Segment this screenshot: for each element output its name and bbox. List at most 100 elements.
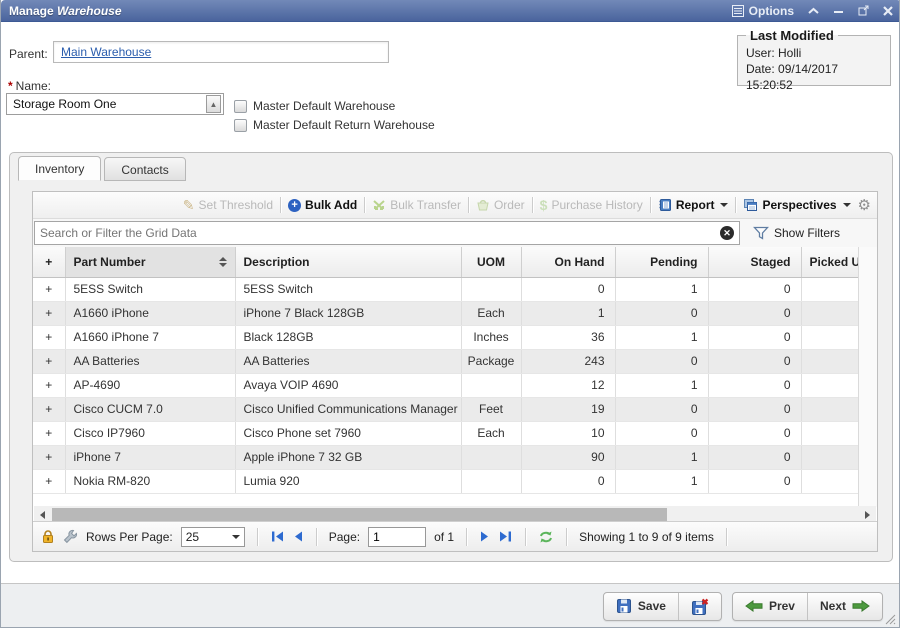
column-header-pending[interactable]: Pending — [615, 247, 708, 277]
grid-search-row: ✕ Show Filters — [33, 219, 877, 247]
table-row[interactable]: +AA BatteriesAA BatteriesPackage24300 — [33, 349, 858, 373]
row-expand-button[interactable]: + — [33, 469, 65, 493]
parent-field[interactable]: Main Warehouse — [53, 41, 389, 63]
column-header-part-number[interactable]: Part Number — [65, 247, 235, 277]
name-field[interactable]: Storage Room One ▲ — [6, 93, 224, 115]
tab-inventory[interactable]: Inventory — [18, 156, 101, 181]
column-header-description[interactable]: Description — [235, 247, 461, 277]
toolbar-separator — [280, 197, 281, 213]
toolbar-separator — [364, 197, 365, 213]
dollar-icon: $ — [540, 197, 548, 213]
cell-uom: Each — [461, 301, 521, 325]
table-row[interactable]: +A1660 iPhoneiPhone 7 Black 128GBEach100 — [33, 301, 858, 325]
cell-uom — [461, 469, 521, 493]
rows-per-page-select[interactable]: 25 — [181, 527, 245, 547]
table-row[interactable]: +AP-4690Avaya VOIP 46901210 — [33, 373, 858, 397]
filter-funnel-icon — [753, 226, 769, 240]
cell-on-hand: 19 — [521, 397, 615, 421]
master-default-warehouse-checkbox[interactable] — [234, 100, 247, 113]
order-button[interactable]: Order — [476, 198, 525, 212]
cell-staged: 0 — [708, 301, 801, 325]
prev-next-button-group: Prev Next — [732, 592, 883, 621]
tab-contacts[interactable]: Contacts — [104, 157, 185, 181]
row-expand-button[interactable]: + — [33, 445, 65, 469]
purchase-history-button[interactable]: $ Purchase History — [540, 197, 643, 213]
table-row[interactable]: +5ESS Switch5ESS Switch010 — [33, 277, 858, 301]
table-row[interactable]: +iPhone 7Apple iPhone 7 32 GB9010 — [33, 445, 858, 469]
column-header-on-hand[interactable]: On Hand — [521, 247, 615, 277]
vertical-scrollbar-track[interactable] — [858, 247, 877, 507]
scrollbar-thumb[interactable] — [52, 508, 667, 521]
save-and-close-button[interactable] — [679, 593, 721, 620]
search-input[interactable] — [35, 226, 720, 240]
lock-icon[interactable] — [41, 529, 55, 544]
page-number-input[interactable] — [368, 527, 426, 547]
row-expand-button[interactable]: + — [33, 397, 65, 421]
table-row[interactable]: +Cisco CUCM 7.0Cisco Unified Communicati… — [33, 397, 858, 421]
clear-search-icon[interactable]: ✕ — [720, 226, 734, 240]
column-header-uom[interactable]: UOM — [461, 247, 521, 277]
row-expand-button[interactable]: + — [33, 349, 65, 373]
next-page-button[interactable] — [479, 530, 490, 543]
row-expand-button[interactable]: + — [33, 277, 65, 301]
cell-part-number: A1660 iPhone 7 — [65, 325, 235, 349]
cell-staged: 0 — [708, 349, 801, 373]
row-expand-button[interactable]: + — [33, 301, 65, 325]
bulk-transfer-button[interactable]: Bulk Transfer — [372, 198, 461, 212]
last-page-button[interactable] — [498, 530, 513, 543]
prev-page-button[interactable] — [293, 530, 304, 543]
next-button[interactable]: Next — [808, 593, 882, 620]
gear-icon[interactable]: ⚙ — [858, 196, 871, 214]
cell-part-number: Nokia RM-820 — [65, 469, 235, 493]
toolbar-separator — [468, 197, 469, 213]
collapse-icon[interactable] — [808, 7, 819, 15]
cell-pending: 1 — [615, 373, 708, 397]
close-icon[interactable] — [883, 6, 893, 16]
wrench-icon[interactable] — [63, 529, 78, 544]
row-expand-button[interactable]: + — [33, 373, 65, 397]
table-row[interactable]: +A1660 iPhone 7Black 128GBInches3610 — [33, 325, 858, 349]
master-default-return-warehouse-label: Master Default Return Warehouse — [253, 118, 435, 132]
inventory-table: + Part Number Description UOM On Hand Pe… — [33, 247, 859, 494]
report-book-icon — [658, 198, 672, 212]
cell-description: Cisco Unified Communications Manager — [235, 397, 461, 421]
perspectives-button[interactable]: Perspectives — [743, 198, 850, 212]
set-threshold-button[interactable]: ✎ Set Threshold — [183, 197, 273, 214]
show-filters-button[interactable]: Show Filters — [753, 226, 840, 240]
parent-warehouse-link[interactable]: Main Warehouse — [61, 45, 151, 59]
toolbar-separator — [532, 197, 533, 213]
column-header-picked-up[interactable]: Picked Up — [801, 247, 858, 277]
name-field-value: Storage Room One — [7, 97, 206, 111]
cell-pending: 0 — [615, 349, 708, 373]
refresh-icon[interactable] — [538, 530, 554, 544]
cell-part-number: iPhone 7 — [65, 445, 235, 469]
bulk-add-button[interactable]: + Bulk Add — [288, 198, 357, 212]
table-row[interactable]: +Cisco IP7960Cisco Phone set 7960Each100… — [33, 421, 858, 445]
cell-part-number: AA Batteries — [65, 349, 235, 373]
cell-uom: Inches — [461, 325, 521, 349]
name-field-spinner-icon[interactable]: ▲ — [206, 95, 221, 113]
save-button-group: Save — [603, 592, 722, 621]
row-expand-button[interactable]: + — [33, 325, 65, 349]
resize-grip[interactable] — [882, 611, 896, 625]
cell-pending: 0 — [615, 397, 708, 421]
cell-on-hand: 90 — [521, 445, 615, 469]
options-button[interactable]: Options — [732, 4, 794, 18]
row-expand-button[interactable]: + — [33, 421, 65, 445]
cell-description: AA Batteries — [235, 349, 461, 373]
column-header-expand[interactable]: + — [33, 247, 65, 277]
window-title: Manage Warehouse — [9, 4, 122, 18]
prev-button[interactable]: Prev — [733, 593, 808, 620]
popout-icon[interactable] — [858, 5, 869, 16]
cell-pending: 1 — [615, 469, 708, 493]
cell-uom — [461, 373, 521, 397]
table-row[interactable]: +Nokia RM-820Lumia 920010 — [33, 469, 858, 493]
cell-uom: Package — [461, 349, 521, 373]
master-default-return-warehouse-checkbox[interactable] — [234, 119, 247, 132]
report-button[interactable]: Report — [658, 198, 729, 212]
cell-pending: 0 — [615, 301, 708, 325]
save-button[interactable]: Save — [604, 593, 679, 620]
first-page-button[interactable] — [270, 530, 285, 543]
minimize-icon[interactable] — [833, 7, 844, 15]
column-header-staged[interactable]: Staged — [708, 247, 801, 277]
